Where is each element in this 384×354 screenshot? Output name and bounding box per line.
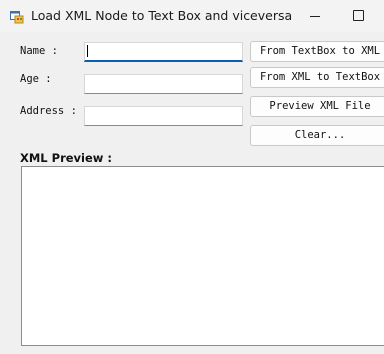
text-caret — [87, 45, 88, 57]
title-bar: Load XML Node to Text Box and viceversa — [0, 0, 384, 32]
from-xml-to-textbox-button[interactable]: From XML to TextBox — [250, 67, 384, 88]
app-form-icon — [10, 9, 24, 24]
name-label: Name : — [20, 45, 58, 57]
age-label: Age : — [20, 73, 52, 85]
age-field[interactable] — [84, 74, 243, 94]
name-field[interactable] — [84, 42, 243, 62]
window-title: Load XML Node to Text Box and viceversa — [31, 8, 293, 23]
xml-preview-label: XML Preview : — [20, 151, 113, 165]
from-textbox-to-xml-button[interactable]: From TextBox to XML — [250, 41, 384, 62]
address-label: Address : — [20, 105, 77, 117]
minimize-button[interactable] — [304, 0, 328, 32]
preview-xml-button[interactable]: Preview XML File — [250, 96, 384, 117]
address-field[interactable] — [84, 106, 243, 126]
maximize-button[interactable] — [348, 0, 372, 32]
clear-button[interactable]: Clear... — [250, 125, 384, 146]
xml-preview-textarea[interactable] — [21, 166, 384, 346]
